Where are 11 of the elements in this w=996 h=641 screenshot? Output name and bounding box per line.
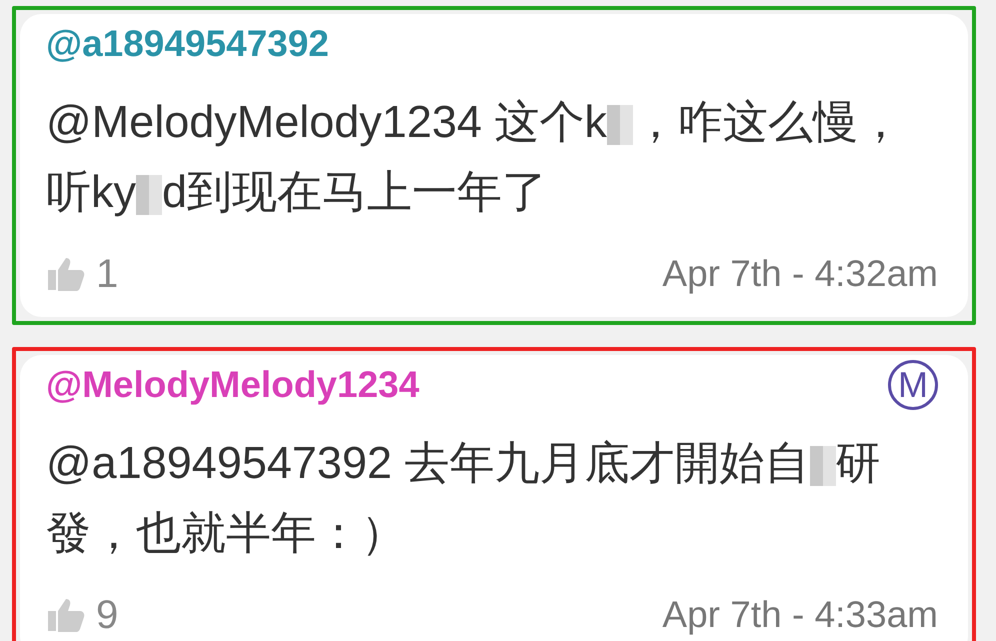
comment-text: @a18949547392 去年九月底才開始自 研發，也就半年：） — [46, 436, 882, 560]
comment-author[interactable]: @a18949547392 — [46, 23, 330, 65]
comment-timestamp: Apr 7th - 4:32am — [662, 253, 938, 295]
comment-author[interactable]: @MelodyMelody1234 — [46, 364, 420, 406]
avatar-badge: M — [888, 360, 938, 410]
comment-text: @MelodyMelody1234 这个k ，咋这么慢，听ky d到现在马上一年了 — [46, 95, 904, 219]
like-count: 1 — [96, 252, 118, 296]
thumbs-up-icon[interactable] — [46, 256, 86, 292]
like-count: 9 — [96, 592, 118, 638]
thumbs-up-icon[interactable] — [46, 597, 86, 633]
comment-timestamp: Apr 7th - 4:33am — [662, 594, 938, 636]
